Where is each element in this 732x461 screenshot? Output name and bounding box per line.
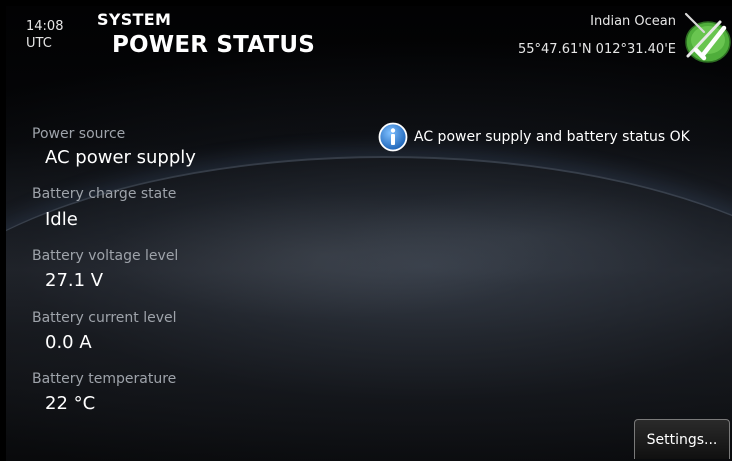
clock-timezone: UTC xyxy=(26,36,52,51)
page-title: POWER STATUS xyxy=(112,32,316,58)
gps-coordinates: 55°47.61'N 012°31.40'E xyxy=(517,42,676,57)
status-message-text: AC power supply and battery status OK xyxy=(414,129,690,145)
status-message: AC power supply and battery status OK xyxy=(378,122,690,152)
settings-button[interactable]: Settings... xyxy=(634,419,730,459)
field-label-current: Battery current level xyxy=(32,310,177,326)
field-value-temperature: 22 °C xyxy=(45,393,96,414)
field-value-charge-state: Idle xyxy=(45,209,78,230)
field-value-power-source: AC power supply xyxy=(45,147,196,168)
clock-time: 14:08 xyxy=(26,19,64,34)
field-label-temperature: Battery temperature xyxy=(32,371,177,387)
field-value-current: 0.0 A xyxy=(45,332,92,353)
field-value-voltage: 27.1 V xyxy=(45,270,104,291)
antenna-logo-icon xyxy=(684,12,731,63)
section-label: SYSTEM xyxy=(97,10,172,29)
field-label-voltage: Battery voltage level xyxy=(32,248,179,264)
location-name: Indian Ocean xyxy=(590,14,676,29)
field-label-charge-state: Battery charge state xyxy=(32,186,177,202)
clock: 14:08 UTC xyxy=(26,18,63,52)
info-icon xyxy=(378,122,408,152)
field-label-power-source: Power source xyxy=(32,126,126,142)
power-status-screen: 14:08 UTC SYSTEM POWER STATUS Indian Oce… xyxy=(6,6,732,461)
